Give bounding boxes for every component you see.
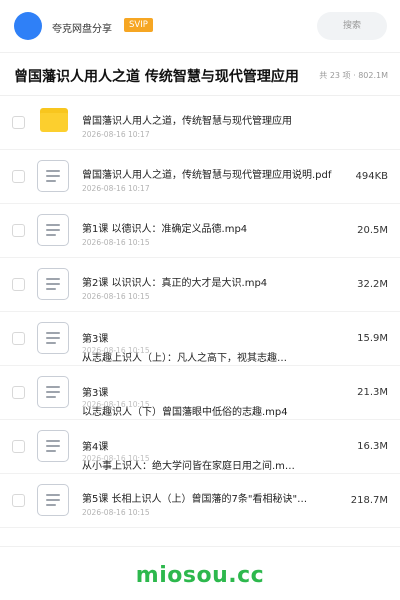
divider	[0, 546, 400, 547]
list-item[interactable]: 第3课 2026-08-16 10:15 以志趣识人（下）曾国藩眼中低俗的志趣.…	[0, 366, 400, 420]
select-checkbox[interactable]	[12, 116, 25, 129]
document-icon	[37, 484, 69, 516]
file-size: 21.3M	[357, 387, 388, 398]
document-icon	[37, 322, 69, 354]
file-date: 2026-08-16 10:15	[82, 292, 150, 301]
list-item[interactable]: 第1课 以德识人：准确定义品德.mp4 2026-08-16 10:15 20.…	[0, 204, 400, 258]
document-icon	[37, 214, 69, 246]
select-checkbox[interactable]	[12, 278, 25, 291]
title-row: 曾国藩识人用人之道 传统智慧与现代管理应用 共 23 项 · 802.1M	[0, 60, 400, 92]
select-checkbox[interactable]	[12, 494, 25, 507]
select-checkbox[interactable]	[12, 170, 25, 183]
document-icon	[37, 376, 69, 408]
top-bar: 夸克网盘分享 SVIP 搜索	[0, 0, 400, 52]
document-icon	[37, 160, 69, 192]
item-count-and-size: 共 23 项 · 802.1M	[319, 71, 388, 80]
avatar[interactable]	[14, 12, 42, 40]
list-item[interactable]: 第5课 长相上识人（上）曾国藩的7条"看相秘诀"… 2026-08-16 10:…	[0, 474, 400, 528]
file-name: 第3课	[82, 334, 109, 345]
divider	[0, 52, 400, 53]
list-item[interactable]: 曾国藩识人用人之道，传统智慧与现代管理应用说明.pdf 2026-08-16 1…	[0, 150, 400, 204]
file-name-continued: 从小事上识人：绝大学问皆在家庭日用之间.m…	[82, 461, 295, 472]
list-item[interactable]: 第4课 2026-08-16 10:15 从小事上识人：绝大学问皆在家庭日用之间…	[0, 420, 400, 474]
select-checkbox[interactable]	[12, 440, 25, 453]
select-checkbox[interactable]	[12, 332, 25, 345]
file-name: 第2课 以识识人：真正的大才是大识.mp4	[82, 278, 268, 289]
file-size: 16.3M	[357, 441, 388, 452]
document-icon	[37, 430, 69, 462]
list-item[interactable]: 曾国藩识人用人之道，传统智慧与现代管理应用 2026-08-16 10:17	[0, 96, 400, 150]
folder-icon	[40, 108, 68, 132]
file-size: 20.5M	[357, 225, 388, 236]
file-name: 第5课 长相上识人（上）曾国藩的7条"看相秘诀"…	[82, 494, 308, 505]
select-checkbox[interactable]	[12, 386, 25, 399]
file-date: 2026-08-16 10:17	[82, 184, 150, 193]
file-date: 2026-08-16 10:15	[82, 238, 150, 247]
file-name: 第3课	[82, 388, 109, 399]
list-item[interactable]: 第3课 2026-08-16 10:15 从志趣上识人（上）：凡人之高下，视其志…	[0, 312, 400, 366]
document-icon	[37, 268, 69, 300]
file-date: 2026-08-16 10:17	[82, 130, 150, 139]
file-size: 15.9M	[357, 333, 388, 344]
file-name-continued: 以志趣识人（下）曾国藩眼中低俗的志趣.mp4	[82, 407, 288, 418]
svip-badge: SVIP	[124, 18, 153, 32]
file-size: 494KB	[355, 171, 388, 182]
file-name-continued: 从志趣上识人（上）：凡人之高下，视其志趣…	[82, 353, 287, 364]
file-name: 第4课	[82, 442, 109, 453]
select-checkbox[interactable]	[12, 224, 25, 237]
watermark: miosou.cc	[135, 563, 265, 588]
file-name: 曾国藩识人用人之道，传统智慧与现代管理应用	[82, 116, 292, 127]
file-name: 曾国藩识人用人之道，传统智慧与现代管理应用说明.pdf	[82, 170, 332, 181]
file-size: 32.2M	[357, 279, 388, 290]
file-name: 第1课 以德识人：准确定义品德.mp4	[82, 224, 248, 235]
file-list: 曾国藩识人用人之道，传统智慧与现代管理应用 2026-08-16 10:17 曾…	[0, 96, 400, 528]
list-item[interactable]: 第2课 以识识人：真正的大才是大识.mp4 2026-08-16 10:15 3…	[0, 258, 400, 312]
file-size: 218.7M	[350, 495, 388, 506]
file-date: 2026-08-16 10:15	[82, 508, 150, 517]
page-title: 曾国藩识人用人之道 传统智慧与现代管理应用	[14, 69, 299, 85]
search-input[interactable]: 搜索	[317, 12, 387, 40]
app-name: 夸克网盘分享	[52, 24, 112, 35]
